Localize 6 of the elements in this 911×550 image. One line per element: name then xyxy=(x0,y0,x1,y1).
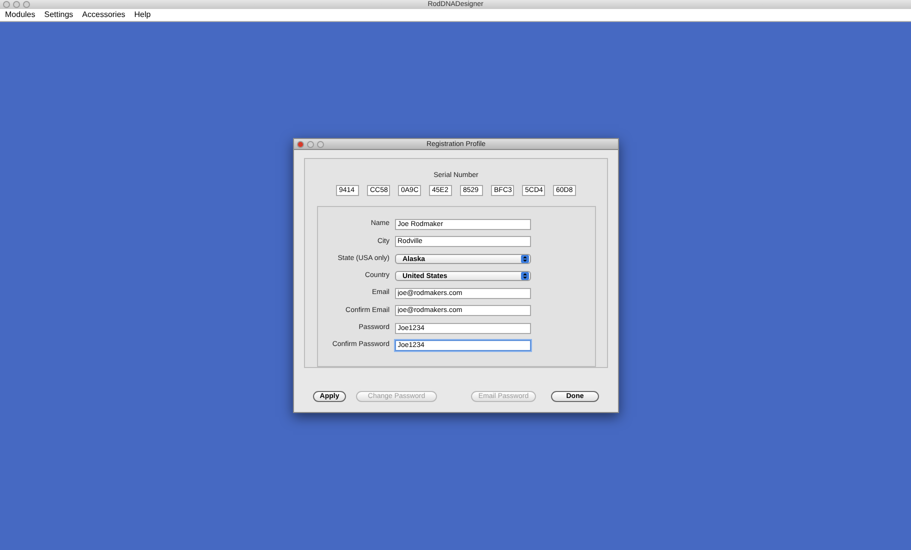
menu-item[interactable]: Accessories xyxy=(82,9,126,21)
menu-item[interactable]: Settings xyxy=(44,9,74,21)
stepper-arrows-icon xyxy=(520,255,528,264)
menu-item[interactable]: Modules xyxy=(5,9,36,21)
stepper-arrows-icon xyxy=(520,272,528,280)
menu-item[interactable]: Help xyxy=(134,9,151,21)
